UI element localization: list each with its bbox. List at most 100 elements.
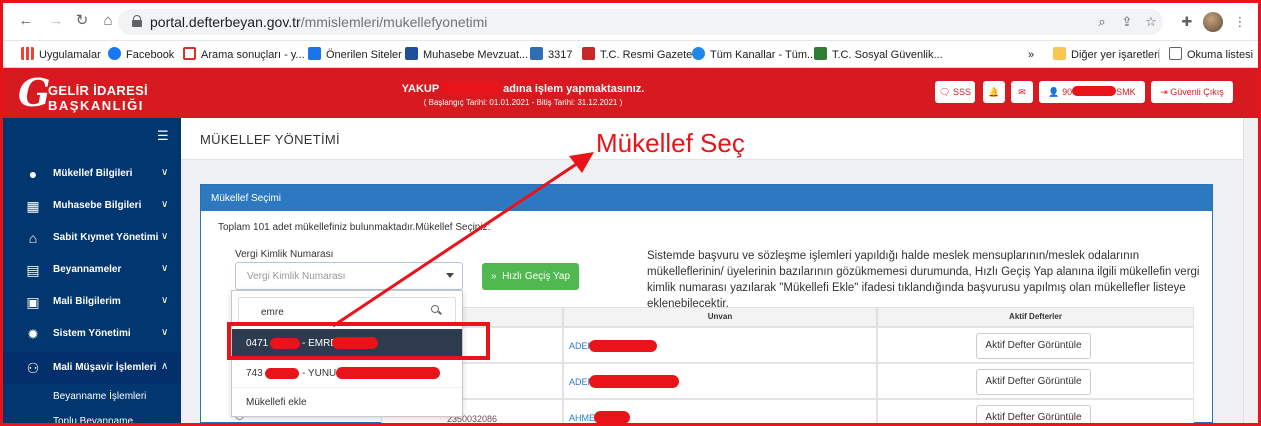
sidebar-item-beyannameler[interactable]: ▤ Beyannameler ∨ xyxy=(3,254,181,286)
bing-icon xyxy=(308,47,321,60)
table-header-aktif-defterler: Aktif Defterler xyxy=(877,307,1194,327)
sidebar-item-mali-bilgilerim[interactable]: ▣ Mali Bilgilerim ∨ xyxy=(3,286,181,318)
sgk-icon xyxy=(814,47,827,60)
envelope-icon: ✉ xyxy=(1018,87,1026,97)
acting-for-text: YAKUP adına işlem yapmaktasınız. xyxy=(401,82,645,95)
bookmark-suggested[interactable]: Önerilen Siteler xyxy=(308,47,402,63)
redaction xyxy=(1072,86,1117,96)
vkn-select[interactable]: Vergi Kimlik Numarası xyxy=(235,262,463,290)
bookmarks-more[interactable]: » xyxy=(1028,47,1034,63)
sidebar-item-muhasebe-bilgileri[interactable]: ▦ Muhasebe Bilgileri ∨ xyxy=(3,190,181,222)
table-cell: Aktif Defter Görüntüle xyxy=(877,363,1194,399)
image-icon xyxy=(530,47,543,60)
taxpayer-table: Unvan Aktif Defterler ADEM Aktif Defter … xyxy=(381,307,1194,423)
chevron-down-icon: ∨ xyxy=(161,167,169,178)
star-icon[interactable]: ☆ xyxy=(1142,13,1160,31)
screenshot-frame: ← → ↻ ⌂ portal.defterbeyan.gov.tr/mmisle… xyxy=(0,0,1261,426)
dropdown-option-yunus[interactable]: 743 - YUNUS xyxy=(232,359,462,387)
user-icon: 👤 xyxy=(1048,87,1060,97)
briefcase-icon: ▣ xyxy=(26,294,40,310)
notifications-button[interactable]: 🔔 xyxy=(983,81,1005,103)
annotation-label: Mükellef Seç xyxy=(596,128,745,158)
browser-toolbar: ← → ↻ ⌂ portal.defterbeyan.gov.tr/mmisle… xyxy=(3,3,1258,41)
bookmark-sgk[interactable]: T.C. Sosyal Güvenlik... xyxy=(814,47,943,63)
menu-icon[interactable]: ⋮ xyxy=(1231,13,1249,31)
forward-icon[interactable]: → xyxy=(47,12,65,30)
channel-icon xyxy=(692,47,705,60)
share-icon[interactable]: ⇪ xyxy=(1118,13,1136,31)
search-icon xyxy=(431,305,441,315)
folder-icon xyxy=(1053,47,1066,60)
bell-icon: 🔔 xyxy=(988,87,1000,97)
bookmark-gmail[interactable]: Arama sonuçları - y... xyxy=(183,47,305,63)
annotation-highlight-box xyxy=(227,322,490,360)
table-header-unvan: Unvan xyxy=(563,307,877,327)
vkn-label: Vergi Kimlik Numarası xyxy=(235,249,334,260)
sss-button[interactable]: 🗨 SSS xyxy=(935,81,975,103)
zoom-icon[interactable]: ⌕ xyxy=(1093,13,1111,31)
logo-mark-icon: G xyxy=(18,70,51,115)
sidebar-item-mali-musavir[interactable]: ⚇ Mali Müşavir İşlemleri ∧ xyxy=(3,352,181,384)
chevron-down-icon: ∨ xyxy=(161,231,169,242)
reading-list-icon xyxy=(1169,47,1182,60)
home-icon: ⌂ xyxy=(28,230,38,246)
redaction xyxy=(336,367,440,379)
sidebar: ☰ ● Mükellef Bilgileri ∨ ▦ Muhasebe Bilgile… xyxy=(3,118,181,423)
table-row: ADEM xyxy=(563,363,877,399)
messages-button[interactable]: ✉ xyxy=(1011,81,1033,103)
apps-grid-icon xyxy=(21,47,34,60)
logo-line1: GELİR İDARESİ xyxy=(48,83,148,98)
caret-down-icon xyxy=(446,273,454,278)
reading-list[interactable]: Okuma listesi xyxy=(1169,47,1253,63)
gazette-icon xyxy=(582,47,595,60)
sidebar-item-sistem-yonetimi[interactable]: ✹ Sistem Yönetimi ∨ xyxy=(3,318,181,350)
vkn-placeholder: Vergi Kimlik Numarası xyxy=(247,271,346,282)
sidebar-item-mukellef-bilgileri[interactable]: ● Mükellef Bilgileri ∨ xyxy=(3,158,181,190)
back-icon[interactable]: ← xyxy=(17,12,35,30)
url-text: portal.defterbeyan.gov.tr/mmislemleri/mu… xyxy=(150,14,488,30)
chevron-down-icon: ∨ xyxy=(161,199,169,210)
table-cell: Aktif Defter Görüntüle xyxy=(877,327,1194,363)
dropdown-add-taxpayer[interactable]: Mükellefi ekle xyxy=(232,387,462,415)
redaction xyxy=(440,82,503,94)
reload-icon[interactable]: ↻ xyxy=(73,12,91,30)
notice-text: Sistemde başvuru ve sözleşme işlemleri y… xyxy=(647,250,1200,310)
aktif-defter-button[interactable]: Aktif Defter Görüntüle xyxy=(976,405,1091,423)
bookmark-kanallar[interactable]: Tüm Kanallar - Tüm... xyxy=(692,47,816,63)
quick-pass-button[interactable]: » Hızlı Geçiş Yap xyxy=(482,263,579,290)
table-row: ADEM xyxy=(563,327,877,363)
sidebar-subitem-beyanname-islemleri[interactable]: Beyanname İşlemleri xyxy=(53,391,146,402)
bookmark-apps[interactable]: Uygulamalar xyxy=(21,47,101,63)
user-icon: ● xyxy=(28,166,38,182)
chat-icon: 🗨 xyxy=(939,87,951,97)
sidebar-item-sabit-kiymet[interactable]: ⌂ Sabit Kıymet Yönetimi ∨ xyxy=(3,222,181,254)
extensions-icon[interactable]: ✚ xyxy=(1178,13,1196,31)
chevron-down-icon: ∨ xyxy=(161,295,169,306)
address-bar[interactable]: portal.defterbeyan.gov.tr/mmislemleri/mu… xyxy=(118,9,1163,35)
chevron-down-icon: ∨ xyxy=(161,327,169,338)
sidebar-subitem-toplu-beyanname[interactable]: Toplu Beyanname xyxy=(53,416,133,423)
gear-icon: ✹ xyxy=(27,326,39,342)
scrollbar[interactable] xyxy=(1243,118,1258,423)
gib-logo[interactable]: G GELİR İDARESİ BAŞKANLIĞI xyxy=(18,74,148,114)
bookmark-3317[interactable]: 3317 xyxy=(530,47,572,63)
redaction xyxy=(594,411,630,423)
document-icon: ▤ xyxy=(26,262,40,278)
dropdown-search-input[interactable]: emre xyxy=(238,297,456,325)
other-bookmarks[interactable]: Diğer yer işaretleri xyxy=(1053,47,1160,63)
users-icon: ⚇ xyxy=(26,360,40,376)
table-cell: Aktif Defter Görüntüle xyxy=(877,399,1194,423)
bookmark-resmi-gazete[interactable]: T.C. Resmi Gazete xyxy=(582,47,692,63)
logout-button[interactable]: ⇥ Güvenli Çıkış xyxy=(1151,81,1233,103)
profile-avatar[interactable] xyxy=(1203,12,1223,32)
home-icon[interactable]: ⌂ xyxy=(99,12,117,30)
bookmark-facebook[interactable]: Facebook xyxy=(108,47,174,63)
dropdown-search-value: emre xyxy=(261,307,284,318)
menu-toggle-icon[interactable]: ☰ xyxy=(157,129,171,142)
panel-header: Mükellef Seçimi xyxy=(201,185,1212,211)
bookmark-mevzuat[interactable]: Muhasebe Mevzuat... xyxy=(405,47,528,63)
aktif-defter-button[interactable]: Aktif Defter Görüntüle xyxy=(976,369,1091,395)
user-button[interactable]: 👤 90 SMK xyxy=(1039,81,1145,103)
redaction xyxy=(265,368,299,379)
aktif-defter-button[interactable]: Aktif Defter Görüntüle xyxy=(976,333,1091,359)
